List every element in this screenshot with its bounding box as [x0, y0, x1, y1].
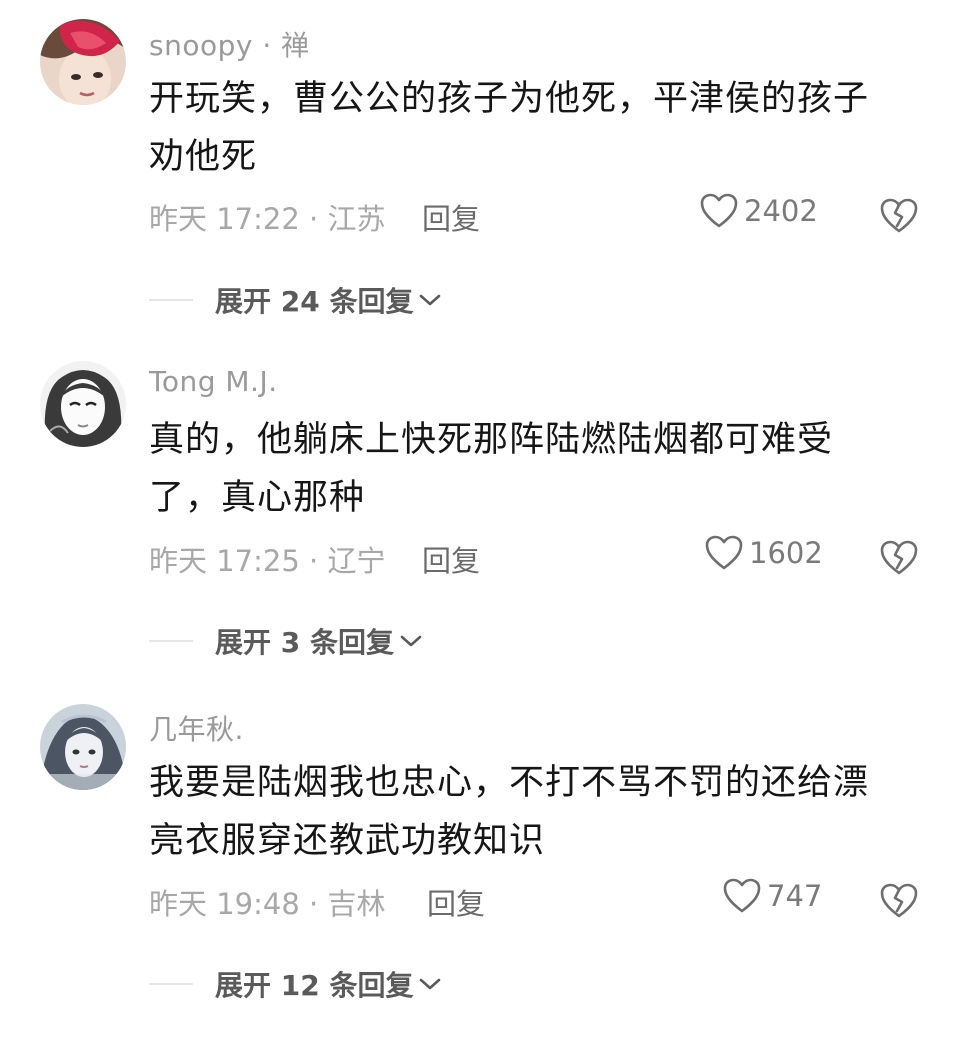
- comment-text-line: 我要是陆烟我也忠心，不打不骂不罚的还给漂: [149, 763, 870, 803]
- comment-username[interactable]: snoopy · 禅: [149, 24, 310, 64]
- expand-replies-button[interactable]: 展开 24 条回复: [149, 280, 443, 320]
- reply-button[interactable]: 回复: [422, 538, 480, 580]
- expand-replies-button[interactable]: 展开 12 条回复: [149, 964, 443, 1004]
- comment-meta: 昨天 19:48 · 吉林: [149, 887, 386, 921]
- comment-text: 真的，他躺床上快死那阵陆燃陆烟都可难受 了，真心那种: [149, 411, 909, 527]
- comment-meta: 昨天 17:22 · 江苏: [149, 202, 386, 236]
- heart-outline-icon: [705, 535, 743, 570]
- divider: [149, 640, 193, 642]
- comment-username[interactable]: Tong M.J.: [149, 365, 278, 398]
- chevron-down-icon: [420, 978, 441, 990]
- heart-outline-icon: [723, 878, 761, 913]
- divider: [149, 299, 193, 301]
- broken-heart-icon[interactable]: [879, 880, 919, 920]
- like-count: 747: [767, 879, 823, 913]
- like-button[interactable]: 747: [723, 878, 822, 914]
- avatar-image: [40, 19, 126, 105]
- expand-replies-label: 展开 3 条回复: [215, 626, 394, 659]
- expand-replies-button[interactable]: 展开 3 条回复: [149, 621, 424, 661]
- avatar-image: [40, 361, 126, 447]
- avatar[interactable]: [40, 19, 126, 105]
- chevron-down-icon: [400, 635, 422, 647]
- comment-item: 几年秋. 我要是陆烟我也忠心，不打不骂不罚的还给漂 亮衣服穿还教武功教知识 昨天…: [0, 684, 960, 1014]
- comment-item: Tong M.J. 真的，他躺床上快死那阵陆燃陆烟都可难受 了，真心那种 昨天 …: [0, 341, 960, 671]
- divider: [149, 983, 193, 985]
- comment-username[interactable]: 几年秋.: [149, 708, 244, 748]
- comment-text-line: 亮衣服穿还教武功教知识: [149, 821, 546, 861]
- avatar[interactable]: [40, 361, 126, 447]
- like-button[interactable]: 2402: [700, 193, 818, 229]
- like-count: 2402: [744, 194, 818, 228]
- comment-text-line: 开玩笑，曹公公的孩子为他死，平津侯的孩子: [149, 79, 870, 119]
- reply-button[interactable]: 回复: [422, 196, 480, 238]
- comment-text: 开玩笑，曹公公的孩子为他死，平津侯的孩子 劝他死: [149, 70, 909, 186]
- reply-button[interactable]: 回复: [427, 881, 485, 923]
- broken-heart-icon[interactable]: [879, 537, 919, 577]
- heart-outline-icon: [700, 193, 738, 228]
- comment-meta: 昨天 17:25 · 辽宁: [149, 544, 386, 578]
- like-count: 1602: [749, 536, 823, 570]
- expand-replies-label: 展开 12 条回复: [215, 969, 414, 1002]
- comment-text-line: 真的，他躺床上快死那阵陆燃陆烟都可难受: [149, 420, 834, 460]
- avatar[interactable]: [40, 704, 126, 790]
- comment-text: 我要是陆烟我也忠心，不打不骂不罚的还给漂 亮衣服穿还教武功教知识: [149, 754, 909, 870]
- expand-replies-label: 展开 24 条回复: [215, 285, 414, 318]
- comment-item: snoopy · 禅 开玩笑，曹公公的孩子为他死，平津侯的孩子 劝他死 昨天 1…: [0, 0, 960, 330]
- avatar-image: [40, 704, 126, 790]
- comment-text-line: 了，真心那种: [149, 478, 366, 518]
- comment-text-line: 劝他死: [149, 137, 258, 177]
- chevron-down-icon: [420, 294, 441, 306]
- broken-heart-icon[interactable]: [879, 195, 919, 235]
- like-button[interactable]: 1602: [705, 535, 823, 571]
